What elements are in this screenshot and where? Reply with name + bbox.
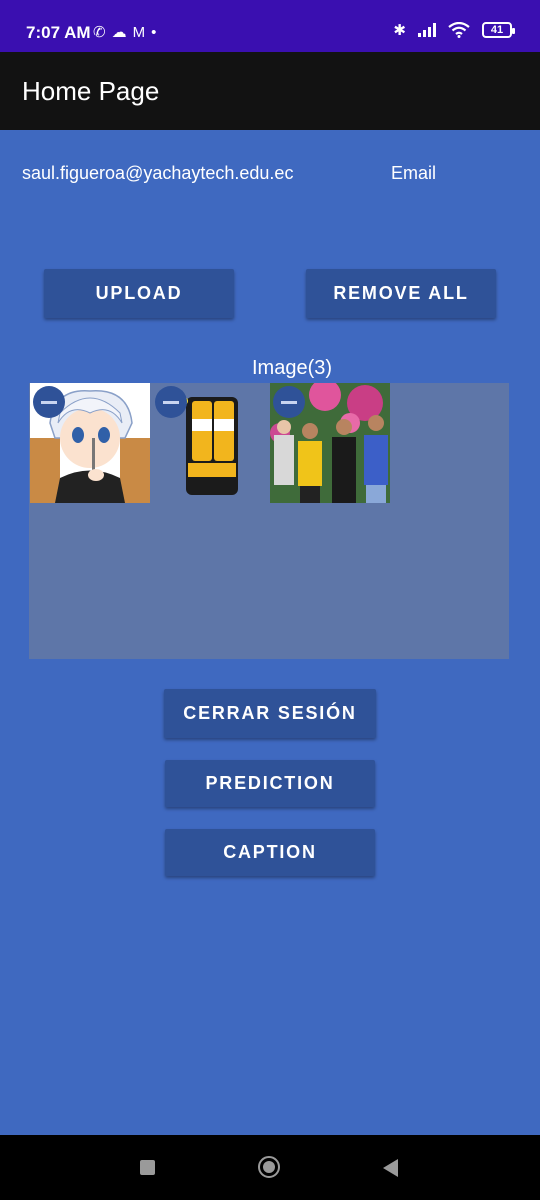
notification-icons: ✆☁M• xyxy=(93,23,162,41)
images-count-title: Image(3) xyxy=(251,357,333,379)
recents-icon[interactable] xyxy=(140,1160,155,1175)
battery-level: 41 xyxy=(490,24,504,36)
image-thumbnail-group[interactable] xyxy=(270,383,390,503)
whatsapp-icon: ✆ xyxy=(93,24,112,41)
email-label: Email xyxy=(391,163,437,183)
system-nav-bar xyxy=(0,1135,540,1200)
image-thumbnail-bottles[interactable] xyxy=(152,383,272,503)
status-bar: 7:07 AM ✆☁M• ✱ 41 xyxy=(0,0,540,52)
remove-all-button[interactable]: REMOVE ALL xyxy=(306,269,496,318)
app-bar: Home Page xyxy=(0,52,540,130)
gmail-icon: M xyxy=(132,24,152,41)
thumbnail-badge[interactable] xyxy=(33,386,65,418)
system-icons: ✱ 41 xyxy=(393,21,515,39)
status-time: 7:07 AM xyxy=(26,23,91,42)
bluetooth-icon: ✱ xyxy=(393,22,406,39)
user-email: saul.figueroa@yachaytech.edu.ec xyxy=(22,163,294,183)
upload-button[interactable]: UPLOAD xyxy=(44,269,234,318)
home-icon[interactable] xyxy=(258,1156,280,1178)
wifi-icon xyxy=(448,22,470,38)
dot-icon: • xyxy=(151,24,163,41)
thumbnail-badge[interactable] xyxy=(155,386,187,418)
battery-icon: 41 xyxy=(482,22,515,38)
prediction-button[interactable]: PREDICTION xyxy=(165,760,375,807)
back-icon[interactable] xyxy=(383,1159,398,1177)
images-grid xyxy=(23,383,515,659)
thumbnail-badge[interactable] xyxy=(273,386,305,418)
caption-button[interactable]: CAPTION xyxy=(165,829,375,876)
logout-button[interactable]: CERRAR SESIÓN xyxy=(164,689,376,738)
signal-icon xyxy=(418,23,436,37)
page-title: Home Page xyxy=(22,76,160,106)
image-thumbnail-anime[interactable] xyxy=(30,383,150,503)
cloud-icon: ☁ xyxy=(111,24,133,41)
